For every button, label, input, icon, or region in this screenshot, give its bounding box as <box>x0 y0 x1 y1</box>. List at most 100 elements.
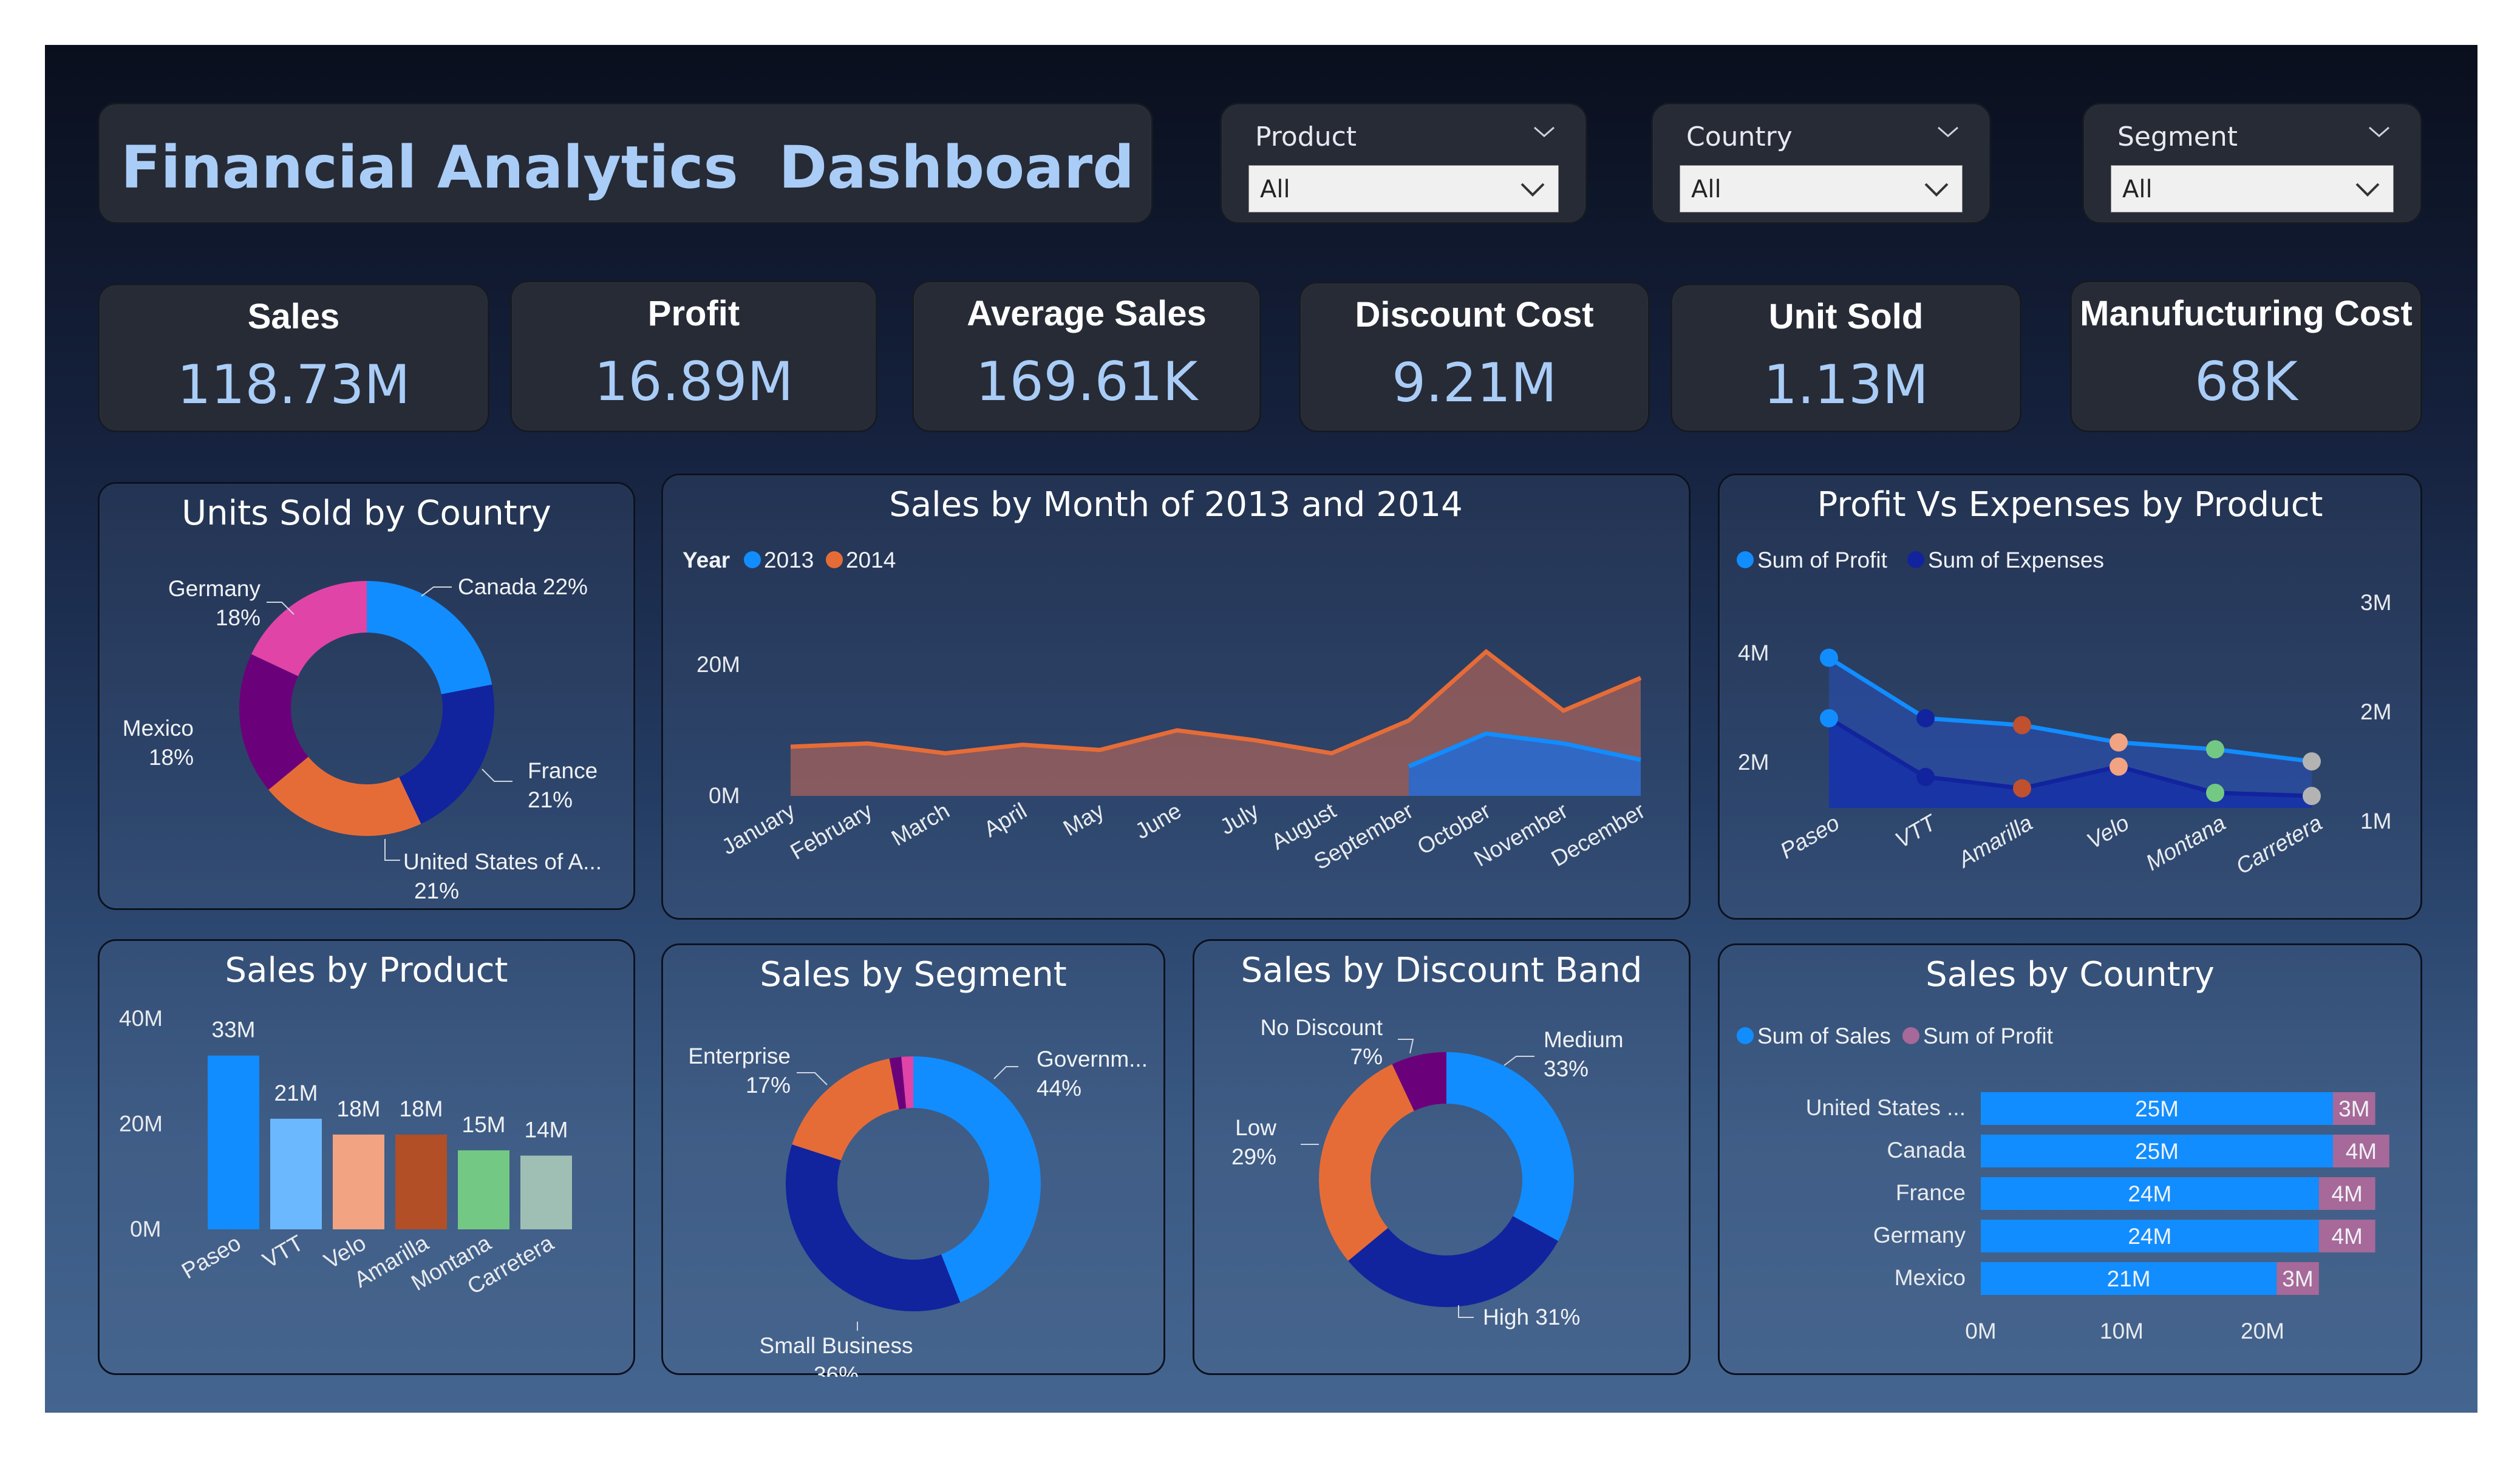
legend-item: 2013 <box>764 548 814 572</box>
legend-dot <box>1737 551 1754 568</box>
kpi-label: Average Sales <box>967 294 1207 333</box>
chevron-down-icon[interactable] <box>1519 179 1546 200</box>
kpi-manufacturing-cost: Manufucturing Cost 68K <box>2070 280 2422 432</box>
sales-by-product-card: Sales by Product 40M 20M 0M 33M Paseo 21M VTT 1… <box>98 939 635 1375</box>
bar-label: 25M <box>2135 1096 2179 1121</box>
slicer-product-label: Product <box>1255 121 1357 152</box>
bar <box>208 1055 259 1229</box>
bar <box>458 1150 509 1229</box>
slice-label: Canada 22% <box>458 574 588 599</box>
marker-profit <box>1916 709 1935 728</box>
marker-profit <box>2013 716 2031 735</box>
bar-label: 18M <box>400 1096 443 1121</box>
kpi-label: Manufucturing Cost <box>2080 294 2413 333</box>
kpi-unit-sold: Unit Sold 1.13M <box>1670 284 2021 432</box>
bar-label: 18M <box>337 1096 381 1121</box>
legend-item: Sum of Profit <box>1923 1024 2054 1048</box>
x-tick: VTT <box>1891 809 1941 853</box>
kpi-label: Unit Sold <box>1768 297 1924 336</box>
y-tick: Mexico <box>1895 1265 1966 1290</box>
sales-by-month-card: Sales by Month of 2013 and 2014 Year 2013… <box>661 474 1691 920</box>
marker-expenses <box>1916 767 1935 786</box>
slicer-segment-label: Segment <box>2117 121 2238 152</box>
kpi-sales: Sales 118.73M <box>98 284 489 432</box>
slice-label: Low 29% <box>1231 1115 1276 1169</box>
sales-by-product-chart: 40M20M0M33MPaseo21MVTT18MVelo18MAmarilla… <box>119 1006 572 1299</box>
leader-line <box>1503 1056 1534 1066</box>
chevron-down-icon[interactable] <box>1532 123 1556 141</box>
x-tick: June <box>1131 798 1185 844</box>
profit-vs-expenses-chart: Sum of Profit Sum of Expenses 4M 2M 3M 2M 1M Pa… <box>1737 548 2391 879</box>
slicer-segment-dropdown[interactable]: All <box>2111 165 2394 212</box>
dashboard-canvas: Financial Analytics Dashboard Product Al… <box>45 45 2477 1413</box>
leader-line <box>384 839 400 861</box>
bar <box>395 1134 447 1229</box>
bar-label: 3M <box>2282 1266 2313 1291</box>
y-tick-right: 3M <box>2360 590 2391 615</box>
x-tick: July <box>1216 798 1263 840</box>
sales-by-discount-card: Sales by Discount Band Medium 33% High 31%… <box>1193 939 1691 1375</box>
slice-label: High 31% <box>1483 1305 1580 1330</box>
donut-slice <box>251 581 367 676</box>
kpi-profit: Profit 16.89M <box>510 280 877 432</box>
slice-label: Medium 33% <box>1544 1027 1624 1081</box>
bar-label: 3M <box>2338 1096 2369 1121</box>
leader-line <box>482 769 513 782</box>
chevron-down-icon[interactable] <box>2367 123 2391 141</box>
slicer-product-dropdown[interactable]: All <box>1248 165 1559 212</box>
slice-label: Mexico 18% <box>123 716 194 770</box>
bar-label: 14M <box>525 1118 568 1143</box>
sales-by-discount-chart: Medium 33% High 31% Low 29% No Discount 7% <box>1231 1015 1624 1330</box>
kpi-average-sales: Average Sales 169.61K <box>912 280 1261 432</box>
bar <box>333 1134 384 1229</box>
slice-label: France 21% <box>528 758 598 812</box>
slice-label: United States of A... <box>403 849 602 874</box>
x-tick: Paseo <box>1776 810 1844 863</box>
bar-label: 4M <box>2331 1224 2362 1249</box>
slicer-country-label: Country <box>1686 121 1793 152</box>
y-tick: 20M <box>119 1112 163 1136</box>
units-by-country-card: Units Sold by Country Canada 22% France 21… <box>98 482 635 910</box>
legend-dot <box>1902 1027 1919 1044</box>
slicer-country[interactable]: Country All <box>1651 103 1991 224</box>
chevron-down-icon[interactable] <box>2354 179 2381 200</box>
kpi-value: 1.13M <box>1763 353 1929 416</box>
donut-slice <box>399 684 494 824</box>
marker-expenses <box>2206 783 2224 802</box>
chevron-down-icon[interactable] <box>1936 123 1960 141</box>
kpi-value: 118.73M <box>177 353 410 416</box>
kpi-value: 68K <box>2195 350 2298 413</box>
sales-by-country-chart: Sum of Sales Sum of Profit United States .… <box>1737 1024 2389 1343</box>
sales-by-segment-chart: Governm... 44% Small Business 36% Enterprise… <box>688 1044 1148 1377</box>
x-tick: Paseo <box>177 1230 245 1283</box>
page-title: Financial Analytics Dashboard <box>121 134 1134 202</box>
y-tick: 0M <box>709 783 740 808</box>
profit-vs-expenses-card: Profit Vs Expenses by Product Sum of Pro… <box>1718 474 2422 920</box>
bar-label: 4M <box>2346 1139 2377 1164</box>
kpi-label: Discount Cost <box>1355 295 1594 335</box>
bar-label: 21M <box>274 1081 318 1105</box>
leader-line <box>993 1066 1018 1079</box>
x-tick: Montana <box>2142 810 2230 875</box>
slicer-segment[interactable]: Segment All <box>2082 103 2422 224</box>
chevron-down-icon[interactable] <box>1923 179 1950 200</box>
y-tick-right: 2M <box>2360 699 2391 724</box>
legend-dot <box>1907 551 1924 568</box>
kpi-value: 169.61K <box>975 350 1198 413</box>
x-tick: Velo <box>2083 810 2133 854</box>
slicer-segment-value: All <box>2122 175 2153 203</box>
legend-dot <box>744 551 761 568</box>
x-tick: February <box>786 798 877 864</box>
x-tick: April <box>979 798 1031 842</box>
donut-slice <box>792 1058 899 1161</box>
marker-profit <box>2110 733 2128 752</box>
kpi-value: 16.89M <box>594 350 794 413</box>
marker-expenses <box>2303 787 2321 806</box>
slicer-country-dropdown[interactable]: All <box>1680 165 1963 212</box>
kpi-discount-cost: Discount Cost 9.21M <box>1299 282 1650 432</box>
leader-line <box>1458 1305 1474 1318</box>
y-tick-left: 2M <box>1738 750 1769 775</box>
slicer-product[interactable]: Product All <box>1220 103 1587 224</box>
y-tick: 0M <box>130 1217 161 1241</box>
donut-slice <box>1319 1064 1414 1261</box>
